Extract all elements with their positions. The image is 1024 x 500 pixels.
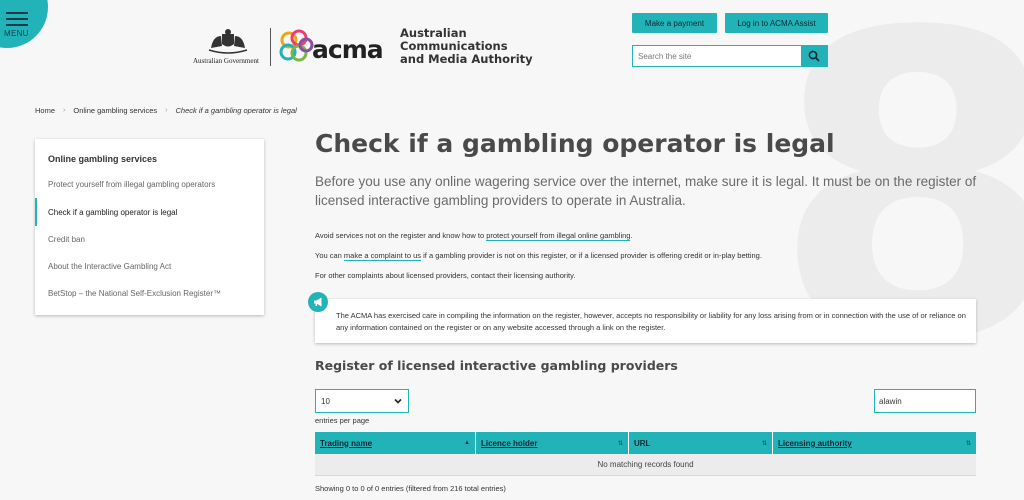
entries-per-page-value: 10 <box>321 396 330 406</box>
sidebar-item-protect-yourself[interactable]: Protect yourself from illegal gambling o… <box>48 180 215 189</box>
chevron-right-icon: › <box>165 107 168 114</box>
login-acma-assist-button[interactable]: Log in to ACMA Assist <box>725 13 828 33</box>
page-title: Check if a gambling operator is legal <box>315 129 835 158</box>
paragraph-complaint: You can make a complaint to us if a gamb… <box>315 251 762 261</box>
paragraph-other-complaints: For other complaints about licensed prov… <box>315 271 576 280</box>
search-button[interactable] <box>801 46 827 66</box>
government-label: Australian Government <box>193 57 259 65</box>
coat-of-arms-icon <box>208 29 248 54</box>
no-records-message: No matching records found <box>597 460 694 469</box>
active-indicator <box>35 198 37 226</box>
sidebar-item-betstop[interactable]: BetStop – the National Self-Exclusion Re… <box>48 289 221 298</box>
search-input[interactable] <box>633 46 801 66</box>
column-licensing-authority[interactable]: Licensing authority ⇅ <box>773 432 976 454</box>
breadcrumb-home[interactable]: Home <box>35 106 55 115</box>
column-trading-name[interactable]: Trading name ▲ <box>315 432 476 454</box>
menu-button[interactable]: MENU <box>0 0 48 48</box>
site-search <box>632 45 828 67</box>
register-title: Register of licensed interactive gamblin… <box>315 358 678 373</box>
paragraph-avoid-services: Avoid services not on the register and k… <box>315 231 633 241</box>
sort-icon: ⇅ <box>761 440 767 447</box>
logo-divider <box>270 28 271 66</box>
acma-full-name: Australian Communications and Media Auth… <box>400 26 533 66</box>
breadcrumb: Home › Online gambling services › Check … <box>35 106 297 115</box>
protect-yourself-link[interactable]: protect yourself from illegal online gam… <box>486 231 631 241</box>
breadcrumb-online-gambling[interactable]: Online gambling services <box>73 106 157 115</box>
table-info: Showing 0 to 0 of 0 entries (filtered fr… <box>315 484 506 493</box>
make-complaint-link[interactable]: make a complaint to us <box>343 251 422 261</box>
intro-text: Before you use any online wagering servi… <box>315 174 977 208</box>
sort-ascending-icon: ▲ <box>464 440 470 446</box>
sort-icon: ⇅ <box>617 440 623 447</box>
column-url[interactable]: URL ⇅ <box>629 432 773 454</box>
acma-wordmark: acma <box>312 35 384 64</box>
disclaimer-notice: The ACMA has exercised care in compiling… <box>308 292 976 343</box>
register-search-input[interactable] <box>874 389 976 413</box>
register-table: Trading name ▲ Licence holder ⇅ URL ⇅ Li… <box>315 432 976 476</box>
chevron-down-icon <box>394 398 402 404</box>
table-header: Trading name ▲ Licence holder ⇅ URL ⇅ Li… <box>315 432 976 454</box>
entries-per-page-label: entries per page <box>315 416 370 425</box>
chevron-right-icon: › <box>63 107 66 114</box>
sidebar-item-interactive-gambling-act[interactable]: About the Interactive Gambling Act <box>48 262 171 271</box>
make-payment-button[interactable]: Make a payment <box>632 13 717 33</box>
sidebar-title[interactable]: Online gambling services <box>48 154 157 164</box>
entries-per-page-select[interactable]: 10 <box>315 389 409 413</box>
sidebar-item-credit-ban[interactable]: Credit ban <box>48 235 85 244</box>
sidebar-nav: Online gambling services Protect yoursel… <box>35 139 264 315</box>
sidebar-item-check-operator[interactable]: Check if a gambling operator is legal <box>48 208 177 217</box>
menu-label: MENU <box>4 29 29 38</box>
table-row: No matching records found <box>315 454 976 476</box>
search-icon <box>808 50 820 62</box>
australian-government-logo[interactable]: Australian Government <box>193 28 263 66</box>
sort-icon: ⇅ <box>965 440 971 447</box>
column-licence-holder[interactable]: Licence holder ⇅ <box>476 432 629 454</box>
disclaimer-text: The ACMA has exercised care in compiling… <box>336 311 966 332</box>
megaphone-icon <box>308 292 328 312</box>
hamburger-icon <box>6 12 28 30</box>
breadcrumb-current: Check if a gambling operator is legal <box>175 106 297 115</box>
